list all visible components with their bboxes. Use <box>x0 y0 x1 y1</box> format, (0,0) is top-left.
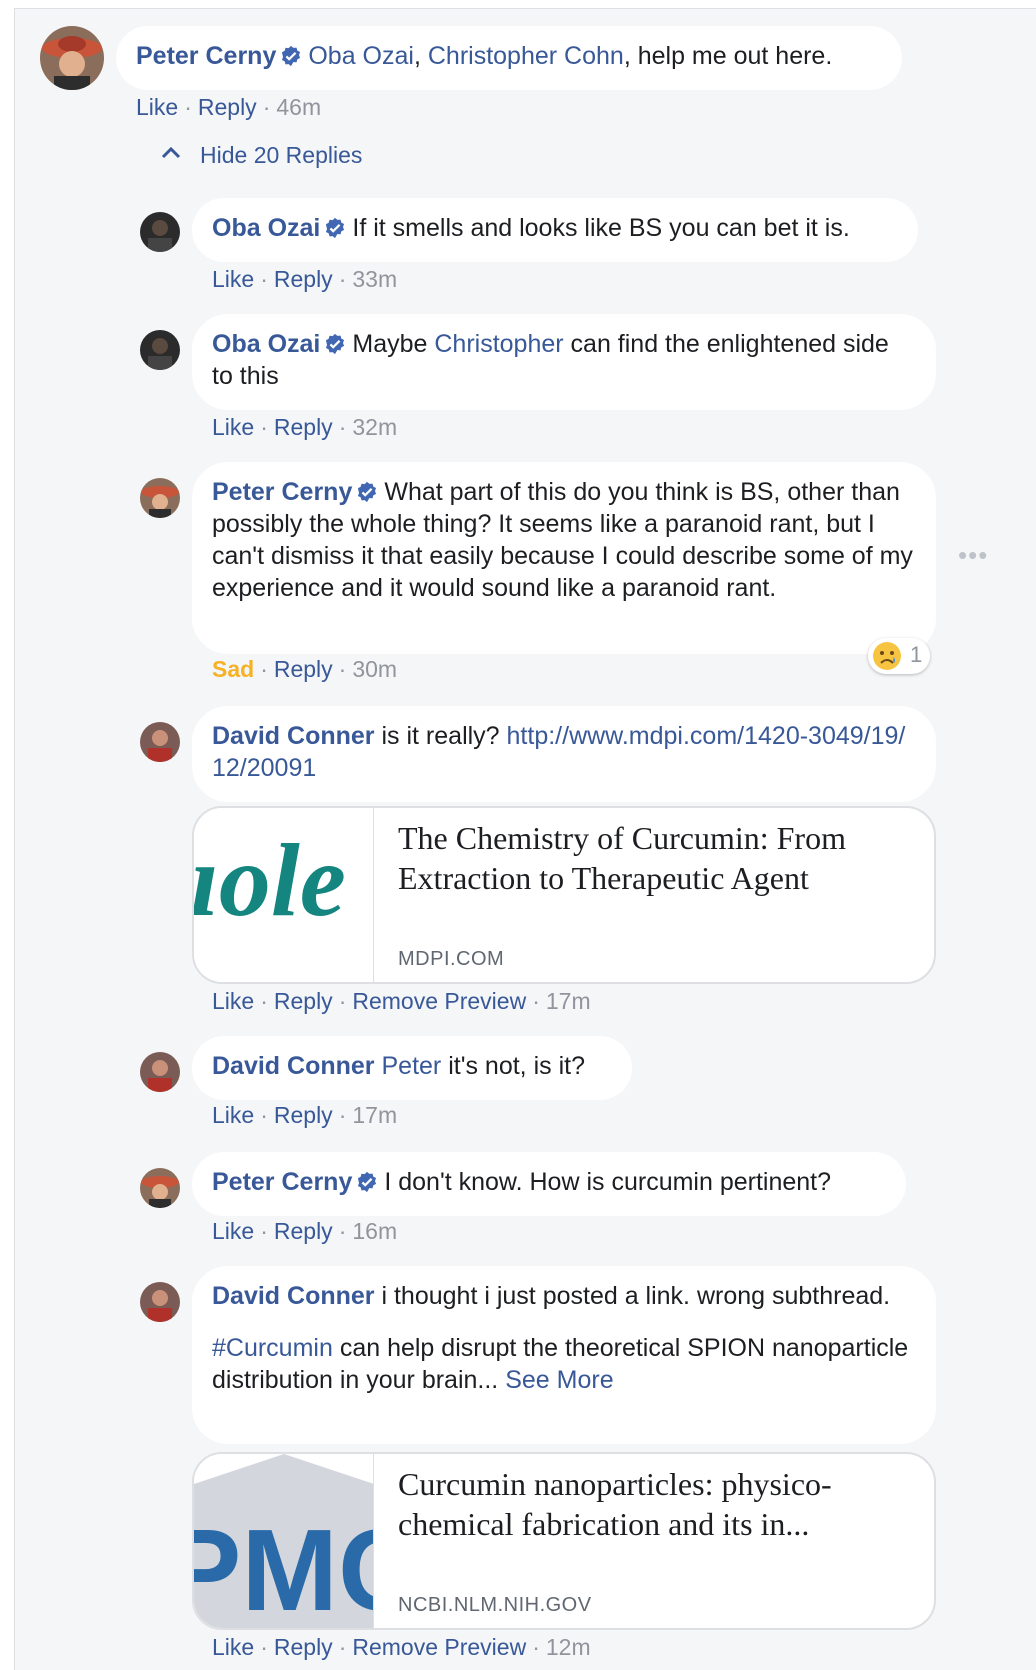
reply-bubble: Oba Ozai If it smells and looks like BS y… <box>192 198 918 262</box>
reply-button[interactable]: Reply <box>274 1634 333 1660</box>
hide-replies-label: Hide 20 Replies <box>200 142 363 168</box>
comment-author[interactable]: Oba Ozai <box>212 214 320 242</box>
avatar-oba-ozai[interactable] <box>140 212 180 252</box>
reply-button[interactable]: Reply <box>274 1102 333 1128</box>
link-preview-title: Curcumin nanoparticles: physico-chemical… <box>398 1466 832 1542</box>
see-more-link[interactable]: See More <box>505 1366 613 1394</box>
comment-author[interactable]: Peter Cerny <box>212 478 352 506</box>
comment-actions: Like · Reply · Remove Preview · 17m <box>212 988 591 1014</box>
link-preview-title: The Chemistry of Curcumin: From Extracti… <box>398 820 846 896</box>
comment-text: Maybe <box>352 330 435 358</box>
avatar-david-conner[interactable] <box>140 1282 180 1322</box>
comment-text: it's not, is it? <box>448 1052 585 1080</box>
link-preview-card[interactable]: PMC Curcumin nanoparticles: physico-chem… <box>192 1452 936 1630</box>
comment-author[interactable]: David Conner <box>212 1282 375 1310</box>
reply-button[interactable]: Reply <box>198 94 257 120</box>
comment-author[interactable]: David Conner <box>212 722 375 750</box>
mention-link[interactable]: Oba Ozai <box>308 42 414 70</box>
timestamp[interactable]: 17m <box>546 988 591 1014</box>
comment-text: , help me out here. <box>623 42 833 70</box>
link-preview-domain: NCBI.NLM.NIH.GOV <box>398 1594 592 1616</box>
link-preview-card[interactable]: ıole The Chemistry of Curcumin: From Ext… <box>192 806 936 984</box>
comment-author[interactable]: Oba Ozai <box>212 330 320 358</box>
comment-actions: Like · Reply · Remove Preview · 12m <box>212 1634 591 1660</box>
mention-link[interactable]: Christopher <box>434 330 563 358</box>
avatar-oba-ozai[interactable] <box>140 330 180 370</box>
comment-actions: Like · Reply · 16m <box>212 1218 398 1244</box>
reply-button[interactable]: Reply <box>274 656 333 682</box>
comment-text: If it smells and looks like BS you can b… <box>352 214 850 242</box>
timestamp[interactable]: 32m <box>352 414 397 440</box>
like-button[interactable]: Like <box>212 988 254 1014</box>
timestamp[interactable]: 12m <box>546 1634 591 1660</box>
avatar-peter-cerny[interactable] <box>140 478 180 518</box>
comment-author[interactable]: Peter Cerny <box>136 42 276 70</box>
mention-link[interactable]: Christopher Cohn <box>428 42 624 70</box>
timestamp[interactable]: 46m <box>276 94 321 120</box>
reaction-count: 1 <box>910 642 923 667</box>
reply-bubble: Peter Cerny I don't know. How is curcumin… <box>192 1152 906 1216</box>
avatar-david-conner[interactable] <box>140 722 180 762</box>
comment-bubble: Peter Cerny Oba Ozai, Christopher Cohn, h… <box>116 26 902 90</box>
reply-button[interactable]: Reply <box>274 266 333 292</box>
timestamp[interactable]: 33m <box>352 266 397 292</box>
thumbnail-text: ıole <box>194 823 346 938</box>
comment-text: is it really? <box>381 722 500 750</box>
comment-author[interactable]: Peter Cerny <box>212 1168 352 1196</box>
avatar-david-conner[interactable] <box>140 1052 180 1092</box>
comment-actions: Like · Reply · 33m <box>212 266 398 292</box>
like-button[interactable]: Like <box>212 1634 254 1660</box>
like-button[interactable]: Like <box>136 94 178 120</box>
reply-bubble: David Conner Peter it's not, is it? <box>192 1036 632 1100</box>
comment-actions: Like · Reply · 17m <box>212 1102 398 1128</box>
comment-text: , <box>413 42 421 70</box>
reply-button[interactable]: Reply <box>274 1218 333 1244</box>
reaction-count-badge[interactable]: 1 <box>868 638 930 674</box>
comment-actions: Like · Reply · 32m <box>212 414 398 440</box>
comment-text: I don't know. How is curcumin pertinent? <box>384 1168 832 1196</box>
verified-badge-icon <box>326 217 345 239</box>
reply-button[interactable]: Reply <box>274 988 333 1014</box>
link-preview-thumbnail: PMC <box>194 1454 374 1628</box>
avatar-peter-cerny[interactable] <box>40 26 104 90</box>
hashtag-link[interactable]: #Curcumin <box>212 1334 333 1362</box>
verified-badge-icon <box>326 333 345 355</box>
comment-actions: Sad · Reply · 30m <box>212 656 398 682</box>
reply-bubble: Oba Ozai Maybe Christopher can find the e… <box>192 314 936 410</box>
hide-replies-button[interactable]: Hide 20 Replies <box>160 142 362 169</box>
timestamp[interactable]: 17m <box>352 1102 397 1128</box>
link-preview-thumbnail: ıole <box>194 808 374 982</box>
chevron-up-icon <box>161 146 181 159</box>
reply-bubble: David Conner i thought i just posted a l… <box>192 1266 936 1444</box>
reply-bubble: David Conner is it really? http://www.md… <box>192 706 936 802</box>
mention-link[interactable]: Peter <box>381 1052 441 1080</box>
link-preview-domain: MDPI.COM <box>398 948 505 970</box>
reply-button[interactable]: Reply <box>274 414 333 440</box>
reaction-label[interactable]: Sad <box>212 656 254 682</box>
thumbnail-text: PMC <box>194 1505 373 1628</box>
like-button[interactable]: Like <box>212 1102 254 1128</box>
more-options-icon[interactable]: ••• <box>958 540 988 571</box>
like-button[interactable]: Like <box>212 266 254 292</box>
verified-badge-icon <box>282 45 301 67</box>
comment-actions: Like · Reply · 46m <box>136 94 322 120</box>
sad-emoji-icon <box>873 642 901 670</box>
comment-text: i thought i just posted a link. wrong su… <box>381 1282 891 1310</box>
avatar-peter-cerny[interactable] <box>140 1168 180 1208</box>
timestamp[interactable]: 16m <box>352 1218 397 1244</box>
remove-preview-button[interactable]: Remove Preview <box>352 1634 526 1660</box>
verified-badge-icon <box>358 481 377 503</box>
verified-badge-icon <box>358 1171 377 1193</box>
comments-page: Peter Cerny Oba Ozai, Christopher Cohn, h… <box>0 0 1036 1670</box>
remove-preview-button[interactable]: Remove Preview <box>352 988 526 1014</box>
like-button[interactable]: Like <box>212 414 254 440</box>
timestamp[interactable]: 30m <box>352 656 397 682</box>
reply-bubble: Peter Cerny What part of this do you thin… <box>192 462 936 654</box>
like-button[interactable]: Like <box>212 1218 254 1244</box>
comment-author[interactable]: David Conner <box>212 1052 375 1080</box>
